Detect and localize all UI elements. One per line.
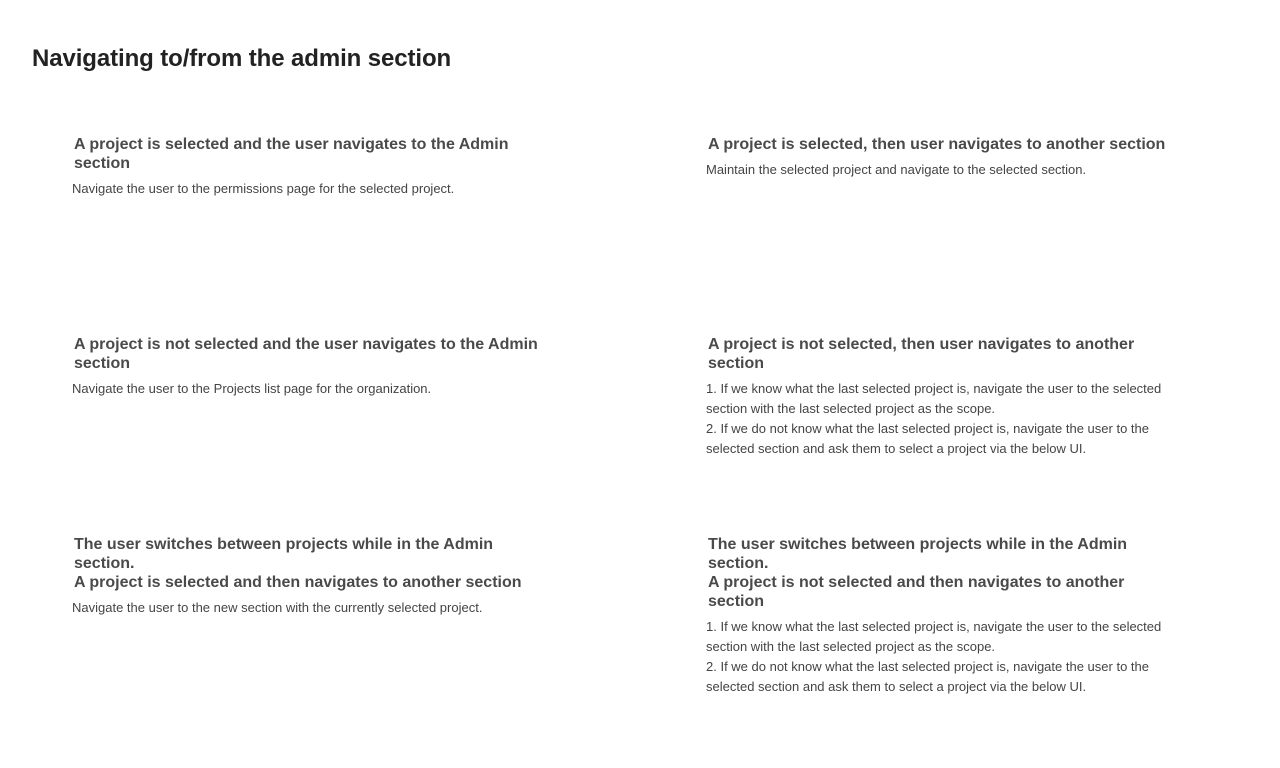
scenario-title-line: A project is not selected, then user nav… [708,336,1135,372]
scenario-title-line: A project is selected and the user navig… [74,136,509,172]
scenario-card-switch-projects-selected: The user switches between projects while… [72,535,542,618]
scenario-title-line: A project is selected, then user navigat… [708,136,1166,153]
scenario-description-line: 1. If we know what the last selected pro… [706,381,1162,416]
scenario-card-selected-to-admin: A project is selected and the user navig… [72,135,542,199]
scenario-card-not-selected-to-admin: A project is not selected and the user n… [72,335,542,399]
scenario-description-line: Navigate the user to the permissions pag… [72,181,455,196]
scenario-title: A project is selected and the user navig… [74,135,542,173]
scenario-title: The user switches between projects while… [74,535,542,592]
scenario-title: A project is not selected and the user n… [74,335,542,373]
scenario-description: 1. If we know what the last selected pro… [706,617,1176,697]
scenario-title-line: A project is selected and then navigates… [74,574,522,591]
scenario-title-line: A project is not selected and the user n… [74,336,538,372]
scenario-title: The user switches between projects while… [708,535,1176,611]
scenario-title: A project is not selected, then user nav… [708,335,1176,373]
page-title: Navigating to/from the admin section [32,45,452,72]
scenario-description: Navigate the user to the new section wit… [72,598,542,618]
scenario-description-line: 1. If we know what the last selected pro… [706,619,1162,654]
scenario-card-switch-projects-not-selected: The user switches between projects while… [706,535,1176,697]
scenario-title-line: The user switches between projects while… [708,536,1128,572]
scenario-description-line: Navigate the user to the new section wit… [72,600,483,615]
scenario-description-line: Navigate the user to the Projects list p… [72,381,432,396]
scenario-card-not-selected-to-other-section: A project is not selected, then user nav… [706,335,1176,459]
scenario-description: Navigate the user to the permissions pag… [72,179,542,199]
scenario-description: Navigate the user to the Projects list p… [72,379,542,399]
scenario-description-line: Maintain the selected project and naviga… [706,162,1087,177]
scenario-title-line: The user switches between projects while… [74,536,494,572]
scenario-description: 1. If we know what the last selected pro… [706,379,1176,459]
scenario-description: Maintain the selected project and naviga… [706,160,1176,180]
scenario-title: A project is selected, then user navigat… [708,135,1176,154]
scenario-title-line: A project is not selected and then navig… [708,574,1125,610]
scenario-card-selected-to-other-section: A project is selected, then user navigat… [706,135,1176,180]
scenario-description-line: 2. If we do not know what the last selec… [706,659,1149,694]
scenario-description-line: 2. If we do not know what the last selec… [706,421,1149,456]
